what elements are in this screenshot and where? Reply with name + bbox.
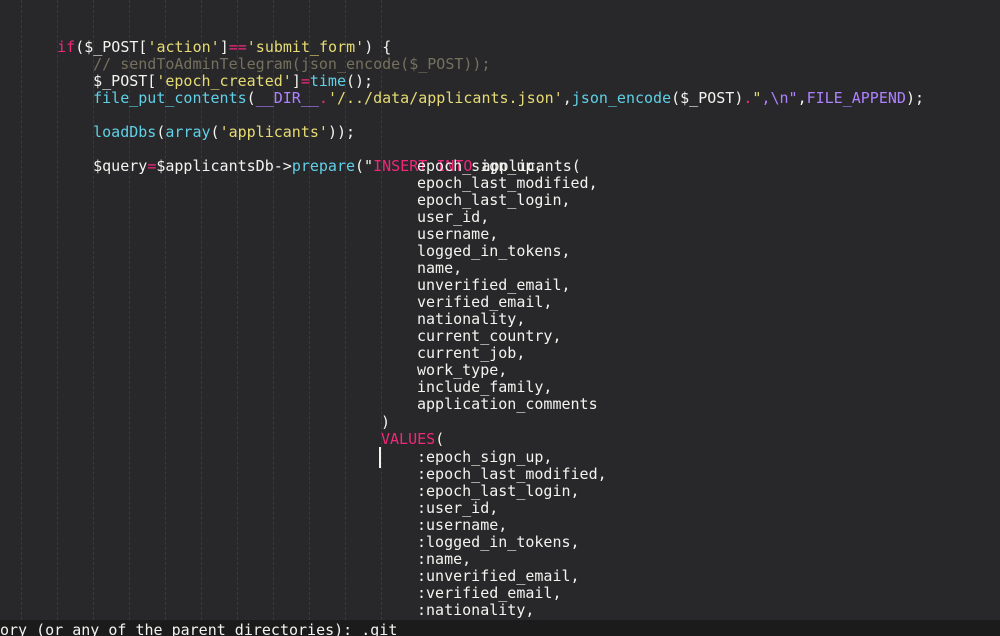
code-token: (: [210, 123, 220, 141]
code-line: :epoch_sign_up,: [0, 449, 552, 466]
sql-placeholder: :unverified_email,: [417, 567, 580, 585]
code-line: :verified_email,: [0, 585, 562, 602]
code-token: ,: [797, 89, 807, 107]
code-token: );: [905, 89, 924, 107]
code-line: current_job,: [0, 345, 525, 362]
code-token: .: [318, 89, 328, 107]
code-line: file_put_contents(__DIR__.'/../data/appl…: [0, 73, 924, 107]
code-line: epoch_sign_up,: [0, 158, 543, 175]
code-line: :epoch_last_modified,: [0, 466, 607, 483]
code-token: array: [165, 123, 211, 141]
code-line: :unverified_email,: [0, 568, 580, 585]
sql-placeholder: :nationality,: [417, 601, 535, 619]
sql-column: epoch_last_modified,: [417, 174, 598, 192]
code-line: username,: [0, 226, 498, 243]
code-line: verified_email,: [0, 294, 552, 311]
text-cursor: [379, 447, 381, 468]
code-line: user_id,: [0, 209, 489, 226]
sql-column: verified_email,: [417, 293, 553, 311]
sql-column: unverified_email,: [417, 276, 571, 294]
code-line: current_country,: [0, 328, 562, 345]
sql-column: application_comments: [417, 395, 598, 413]
sql-keyword: VALUES: [381, 430, 436, 448]
code-token: json_encode: [571, 89, 672, 107]
sql-column: user_id,: [417, 208, 490, 226]
sql-column: current_job,: [417, 344, 526, 362]
code-line: application_comments: [0, 396, 598, 413]
sql-placeholder: :epoch_last_modified,: [417, 465, 607, 483]
sql-placeholder: :name,: [417, 550, 472, 568]
code-line: :epoch_last_login,: [0, 483, 580, 500]
code-line: $query=$applicantsDb->prepare("INSERT IN…: [0, 141, 581, 175]
code-token: FILE_APPEND: [806, 89, 906, 107]
code-token: (: [435, 430, 445, 448]
sql-column: work_type,: [417, 361, 508, 379]
code-token: (: [246, 89, 256, 107]
code-editor[interactable]: if($_POST['action']=='submit_form') { //…: [0, 0, 1000, 620]
code-line: :nationality,: [0, 602, 534, 619]
sql-placeholder: :logged_in_tokens,: [417, 533, 580, 551]
code-line: include_family,: [0, 379, 552, 396]
sql-column: current_country,: [417, 327, 562, 345]
code-token: 'applicants': [219, 123, 328, 141]
sql-column: logged_in_tokens,: [417, 242, 571, 260]
code-line: ): [0, 414, 390, 431]
sql-placeholder: :user_id,: [417, 499, 499, 517]
code-line: epoch_last_modified,: [0, 175, 598, 192]
code-token: ): [381, 413, 391, 431]
code-token: ));: [327, 123, 356, 141]
code-line: :logged_in_tokens,: [0, 534, 580, 551]
code-line: logged_in_tokens,: [0, 243, 571, 260]
code-line: if($_POST['action']=='submit_form') {: [0, 22, 391, 56]
sql-column: username,: [417, 225, 499, 243]
sql-placeholder: :epoch_sign_up,: [417, 448, 553, 466]
sql-column: include_family,: [417, 378, 553, 396]
code-line: VALUES(: [0, 431, 444, 448]
code-line: work_type,: [0, 362, 507, 379]
code-token: ,: [562, 89, 572, 107]
sql-placeholder: :username,: [417, 516, 508, 534]
sql-placeholder: :verified_email,: [417, 584, 562, 602]
code-line: :name,: [0, 551, 471, 568]
code-line: name,: [0, 260, 462, 277]
status-message: ory (or any of the parent directories): …: [0, 621, 398, 636]
sql-column: nationality,: [417, 310, 526, 328]
code-line: :username,: [0, 517, 507, 534]
code-line: nationality,: [0, 311, 525, 328]
code-line: loadDbs(array('applicants'));: [0, 107, 355, 141]
sql-column: epoch_sign_up,: [417, 157, 544, 175]
code-token: ($_POST): [671, 89, 744, 107]
code-token: file_put_contents: [93, 89, 247, 107]
code-token: '/../data/applicants.json': [327, 89, 563, 107]
code-token: loadDbs: [93, 123, 157, 141]
code-token: ,\n": [761, 89, 798, 107]
code-line: // sendToAdminTelegram(json_encode($_POS…: [0, 39, 490, 73]
code-line: epoch_last_login,: [0, 192, 571, 209]
code-line: :user_id,: [0, 500, 498, 517]
sql-column: name,: [417, 259, 463, 277]
sql-placeholder: :epoch_last_login,: [417, 482, 580, 500]
sql-column: epoch_last_login,: [417, 191, 571, 209]
code-line: unverified_email,: [0, 277, 571, 294]
code-line: $_POST['epoch_created']=time();: [0, 56, 373, 90]
code-token: __DIR__: [255, 89, 319, 107]
status-bar: ory (or any of the parent directories): …: [0, 620, 1000, 636]
